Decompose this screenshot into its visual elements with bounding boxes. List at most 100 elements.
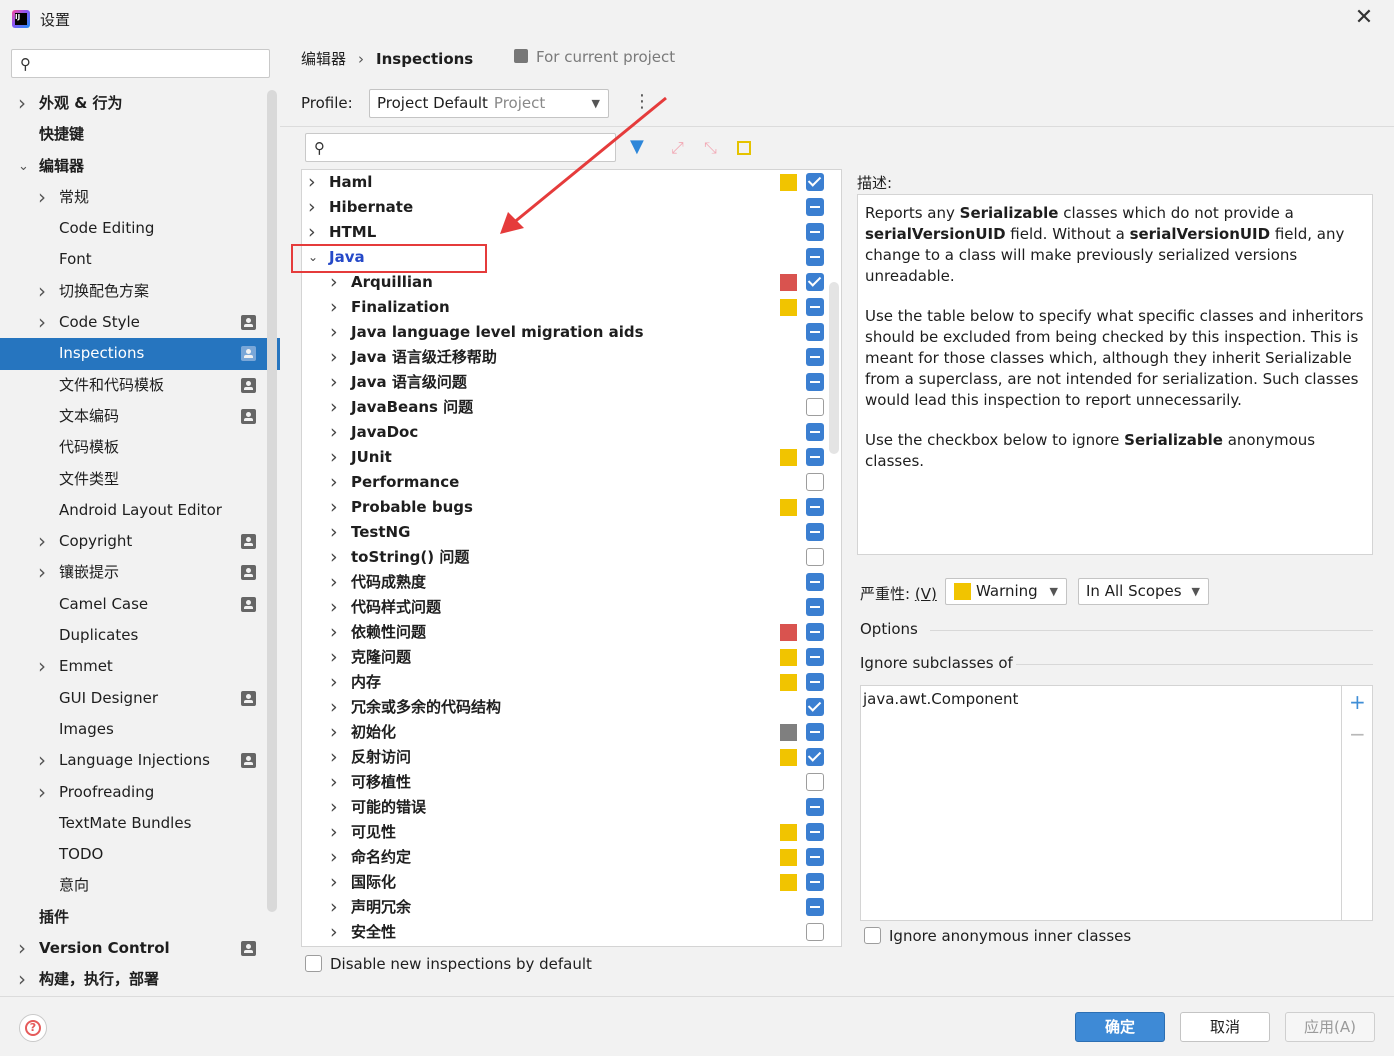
chevron-right-icon[interactable]: › xyxy=(38,276,46,307)
disable-new-inspections-checkbox[interactable]: Disable new inspections by default xyxy=(305,954,592,974)
sidebar-item[interactable]: 插件 xyxy=(0,902,267,933)
sidebar-item[interactable]: 意向 xyxy=(0,870,267,901)
inspection-checkbox[interactable] xyxy=(806,648,824,666)
inspection-checkbox[interactable] xyxy=(806,698,824,716)
inspection-row[interactable]: › 代码成熟度 xyxy=(302,570,841,595)
close-icon[interactable]: ✕ xyxy=(1352,6,1376,30)
cancel-button[interactable]: 取消 xyxy=(1180,1012,1270,1042)
chevron-right-icon[interactable]: › xyxy=(330,595,338,620)
chevron-right-icon[interactable]: › xyxy=(330,645,338,670)
inspection-row[interactable]: › Hibernate xyxy=(302,195,841,220)
chevron-right-icon[interactable]: › xyxy=(330,695,338,720)
add-icon[interactable]: + xyxy=(1349,690,1366,714)
chevron-right-icon[interactable]: › xyxy=(330,495,338,520)
profile-select[interactable]: Project Default Project ▼ xyxy=(369,89,609,118)
sidebar-item[interactable]: ⌄ 编辑器 xyxy=(0,151,267,182)
chevron-right-icon[interactable]: › xyxy=(330,320,338,345)
inspection-checkbox[interactable] xyxy=(806,673,824,691)
chevron-right-icon[interactable]: › xyxy=(330,670,338,695)
inspection-checkbox[interactable] xyxy=(806,798,824,816)
reset-to-default-icon[interactable] xyxy=(737,141,751,155)
inspection-checkbox[interactable] xyxy=(806,723,824,741)
inspection-checkbox[interactable] xyxy=(806,398,824,416)
sidebar-item[interactable]: TODO xyxy=(0,839,267,870)
inspection-checkbox[interactable] xyxy=(806,173,824,191)
inspection-row[interactable]: › 声明冗余 xyxy=(302,895,841,920)
inspection-tree-scrollbar[interactable] xyxy=(829,282,839,454)
apply-button[interactable]: 应用(A) xyxy=(1285,1012,1375,1042)
sidebar-item[interactable]: › 镶嵌提示 xyxy=(0,557,267,588)
inspection-checkbox[interactable] xyxy=(806,248,824,266)
sidebar-scrollbar[interactable] xyxy=(267,90,277,912)
chevron-right-icon[interactable]: › xyxy=(38,745,46,776)
inspection-checkbox[interactable] xyxy=(806,323,824,341)
inspection-checkbox[interactable] xyxy=(806,623,824,641)
sidebar-item[interactable]: 快捷键 xyxy=(0,119,267,150)
inspection-row[interactable]: › HTML xyxy=(302,220,841,245)
chevron-right-icon[interactable]: › xyxy=(38,557,46,588)
inspection-row[interactable]: ⌄ Java xyxy=(302,245,841,270)
sidebar-item[interactable]: Android Layout Editor xyxy=(0,495,267,526)
inspection-checkbox[interactable] xyxy=(806,298,824,316)
chevron-down-icon[interactable]: ⌄ xyxy=(308,245,318,270)
inspection-row[interactable]: › 内存 xyxy=(302,670,841,695)
inspection-checkbox[interactable] xyxy=(806,748,824,766)
chevron-right-icon[interactable]: › xyxy=(330,345,338,370)
chevron-right-icon[interactable]: › xyxy=(330,395,338,420)
chevron-right-icon[interactable]: › xyxy=(38,651,46,682)
filter-icon[interactable]: ▼ xyxy=(630,136,644,157)
inspection-checkbox[interactable] xyxy=(806,923,824,941)
inspection-checkbox[interactable] xyxy=(806,273,824,291)
sidebar-item[interactable]: › 常规 xyxy=(0,182,267,213)
chevron-right-icon[interactable]: › xyxy=(330,820,338,845)
settings-search-input[interactable]: ⚲ xyxy=(11,49,270,78)
chevron-right-icon[interactable]: › xyxy=(18,964,26,995)
inspection-row[interactable]: › toString() 问题 xyxy=(302,545,841,570)
inspection-checkbox[interactable] xyxy=(806,823,824,841)
inspection-row[interactable]: › 反射访问 xyxy=(302,745,841,770)
inspection-row[interactable]: › 初始化 xyxy=(302,720,841,745)
chevron-right-icon[interactable]: › xyxy=(330,445,338,470)
inspection-checkbox[interactable] xyxy=(806,448,824,466)
sidebar-item[interactable]: Images xyxy=(0,714,267,745)
chevron-right-icon[interactable]: › xyxy=(330,870,338,895)
chevron-right-icon[interactable]: › xyxy=(330,920,338,945)
chevron-right-icon[interactable]: › xyxy=(330,295,338,320)
sidebar-item[interactable]: Duplicates xyxy=(0,620,267,651)
chevron-right-icon[interactable]: › xyxy=(330,845,338,870)
chevron-right-icon[interactable]: › xyxy=(330,420,338,445)
chevron-right-icon[interactable]: › xyxy=(38,307,46,338)
chevron-right-icon[interactable]: › xyxy=(38,182,46,213)
chevron-right-icon[interactable]: › xyxy=(330,370,338,395)
sidebar-item[interactable]: Font xyxy=(0,244,267,275)
chevron-right-icon[interactable]: › xyxy=(330,770,338,795)
inspection-row[interactable]: › 可移植性 xyxy=(302,770,841,795)
inspection-checkbox[interactable] xyxy=(806,498,824,516)
inspection-checkbox[interactable] xyxy=(806,773,824,791)
chevron-right-icon[interactable]: › xyxy=(330,620,338,645)
remove-icon[interactable]: − xyxy=(1349,722,1366,746)
inspection-checkbox[interactable] xyxy=(806,873,824,891)
inspection-checkbox[interactable] xyxy=(806,473,824,491)
chevron-right-icon[interactable]: › xyxy=(330,795,338,820)
collapse-all-icon[interactable]: ⤡ xyxy=(704,138,717,158)
chevron-right-icon[interactable]: › xyxy=(330,720,338,745)
inspection-row[interactable]: › Haml xyxy=(302,170,841,195)
inspection-checkbox[interactable] xyxy=(806,848,824,866)
inspection-checkbox[interactable] xyxy=(806,598,824,616)
sidebar-item[interactable]: › Emmet xyxy=(0,651,267,682)
expand-all-icon[interactable]: ⤢ xyxy=(671,138,684,158)
inspection-row[interactable]: › JavaBeans 问题 xyxy=(302,395,841,420)
inspection-row[interactable]: › Probable bugs xyxy=(302,495,841,520)
sidebar-item[interactable]: › Version Control xyxy=(0,933,267,964)
inspection-row[interactable]: › TestNG xyxy=(302,520,841,545)
sidebar-item[interactable]: 文件和代码模板 xyxy=(0,370,267,401)
inspection-row[interactable]: › JUnit xyxy=(302,445,841,470)
help-button[interactable]: ? xyxy=(19,1014,47,1042)
inspection-row[interactable]: › Performance xyxy=(302,470,841,495)
inspection-checkbox[interactable] xyxy=(806,573,824,591)
ignore-anonymous-checkbox[interactable]: Ignore anonymous inner classes xyxy=(864,926,1131,946)
more-options-icon[interactable]: ⋮ xyxy=(633,92,651,112)
sidebar-item[interactable]: › Proofreading xyxy=(0,777,267,808)
chevron-right-icon[interactable]: › xyxy=(330,570,338,595)
